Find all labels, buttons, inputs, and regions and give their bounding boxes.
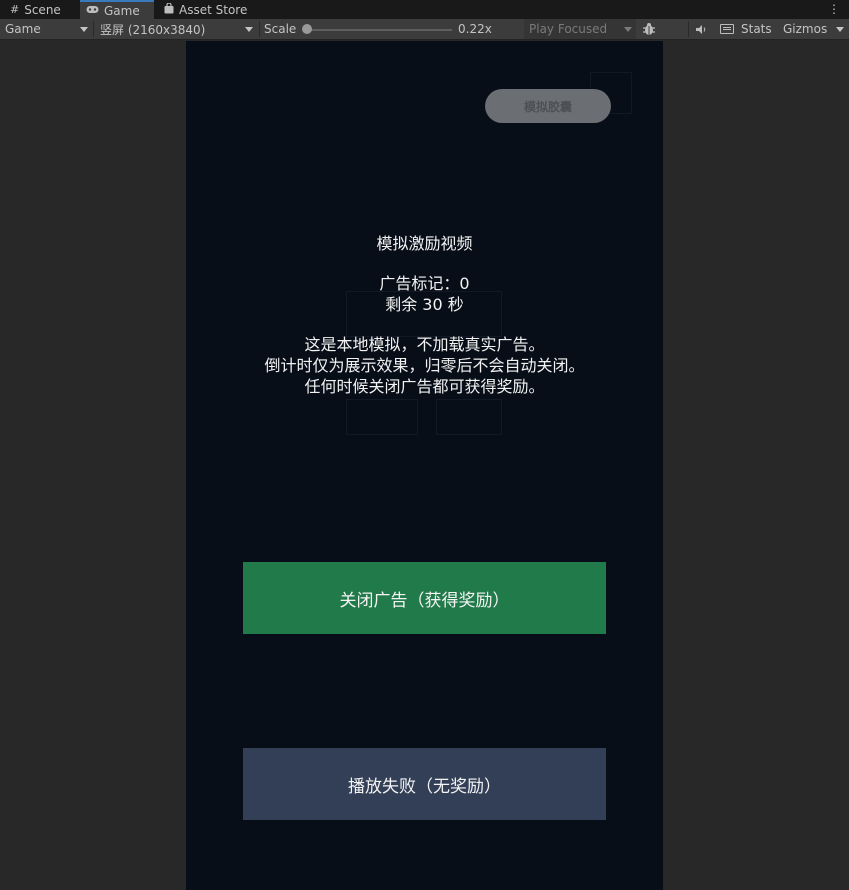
scale-slider-track[interactable] — [308, 29, 452, 31]
play-mode-dropdown[interactable]: Play Focused — [524, 19, 636, 39]
countdown-label: 剩余 30 秒 — [385, 295, 464, 314]
display-dropdown-value: Game — [5, 22, 41, 36]
shopping-bag-icon — [164, 1, 174, 17]
editor-tab-bar: # Scene Game Asset Store ⋮ — [0, 0, 849, 19]
keyboard-icon[interactable] — [718, 19, 736, 39]
more-options-icon[interactable]: ⋮ — [828, 2, 840, 16]
stats-button[interactable]: Stats — [741, 19, 772, 39]
gizmos-label: Gizmos — [783, 22, 828, 36]
background-panel — [346, 399, 418, 435]
resolution-dropdown-value: 竖屏 (2160x3840) — [100, 22, 206, 37]
display-dropdown[interactable]: Game — [0, 19, 92, 39]
simulate-capsule-button[interactable]: 模拟胶囊 — [485, 89, 611, 123]
scale-slider-handle[interactable] — [302, 24, 312, 34]
tab-asset-store[interactable]: Asset Store — [158, 0, 268, 19]
scale-value: 0.22x — [458, 22, 492, 36]
speaker-icon[interactable] — [693, 19, 709, 39]
background-panel — [436, 399, 502, 435]
game-screen: 模拟胶囊 模拟激励视频 广告标记：0 剩余 30 秒 这是本地模拟，不加载真实广… — [186, 41, 663, 890]
toolbar-divider — [259, 21, 260, 37]
grid-icon: # — [10, 3, 20, 16]
ad-title: 模拟激励视频 — [376, 234, 473, 253]
bug-icon[interactable] — [640, 19, 658, 39]
scale-label: Scale — [264, 22, 297, 36]
tab-game[interactable]: Game — [80, 0, 154, 19]
tab-game-label: Game — [104, 3, 140, 18]
chevron-down-icon — [624, 27, 632, 32]
game-view-toolbar: Game 竖屏 (2160x3840) Scale 0.22x Play Foc… — [0, 19, 849, 40]
close-ad-reward-button[interactable]: 关闭广告（获得奖励） — [243, 562, 606, 634]
resolution-dropdown[interactable]: 竖屏 (2160x3840) — [95, 19, 257, 39]
gamepad-icon — [86, 4, 99, 17]
unity-editor-window: # Scene Game Asset Store ⋮ Game 竖屏 (2160… — [0, 0, 849, 890]
play-failed-button[interactable]: 播放失败（无奖励） — [243, 748, 606, 820]
toolbar-divider — [93, 21, 94, 37]
notice-text: 任何时候关闭广告都可获得奖励。 — [304, 377, 545, 396]
tab-scene[interactable]: # Scene — [4, 0, 78, 19]
toolbar-divider — [688, 21, 689, 37]
chevron-down-icon — [836, 27, 844, 32]
tab-scene-label: Scene — [24, 2, 61, 17]
chevron-down-icon — [245, 27, 253, 32]
tab-asset-store-label: Asset Store — [179, 2, 248, 17]
gizmos-dropdown[interactable]: Gizmos — [780, 19, 849, 39]
chevron-down-icon — [80, 27, 88, 32]
play-mode-value: Play Focused — [529, 22, 608, 36]
